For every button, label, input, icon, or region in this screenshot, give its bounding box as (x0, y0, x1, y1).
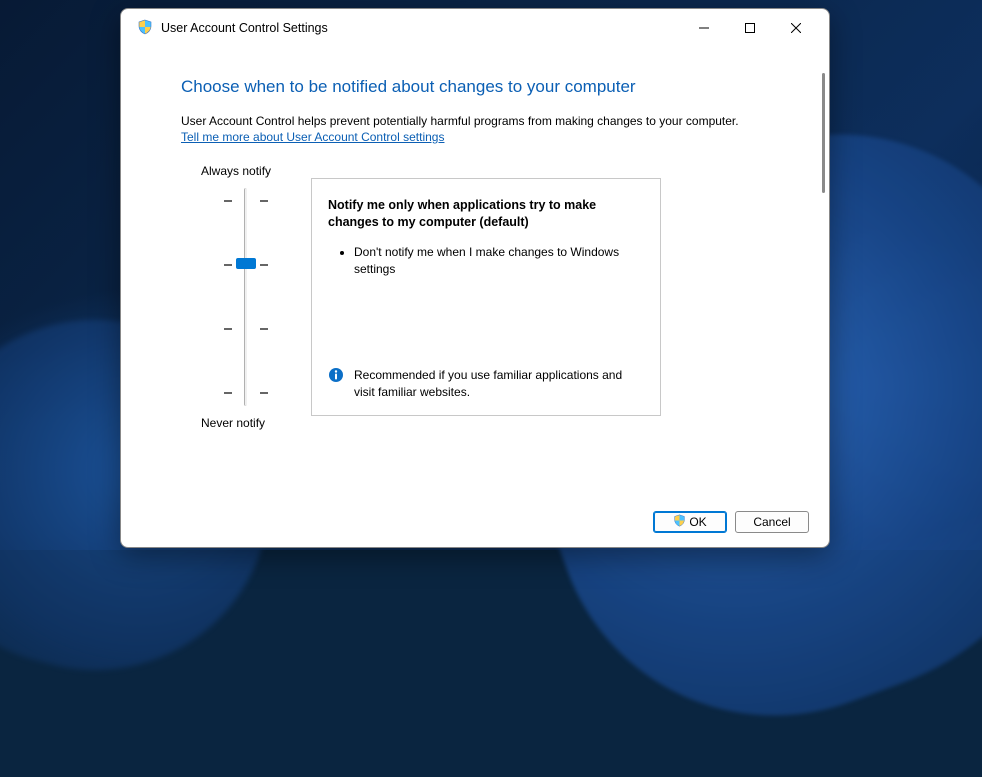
close-button[interactable] (773, 13, 819, 43)
slider-thumb[interactable] (236, 258, 256, 269)
ok-button[interactable]: OK (653, 511, 727, 533)
level-title: Notify me only when applications try to … (328, 197, 644, 232)
window-controls (681, 13, 819, 43)
level-recommendation: Recommended if you use familiar applicat… (354, 367, 644, 401)
minimize-button[interactable] (681, 13, 727, 43)
level-bullet: Don't notify me when I make changes to W… (354, 244, 644, 278)
shield-icon (137, 19, 153, 38)
level-description-panel: Notify me only when applications try to … (311, 178, 661, 416)
cancel-button-label: Cancel (753, 515, 790, 529)
page-heading: Choose when to be notified about changes… (181, 77, 769, 97)
level-bullet-list: Don't notify me when I make changes to W… (328, 244, 644, 278)
cancel-button[interactable]: Cancel (735, 511, 809, 533)
notification-level-slider[interactable] (221, 188, 271, 406)
titlebar: User Account Control Settings (121, 9, 829, 47)
slider-bottom-label: Never notify (181, 416, 265, 430)
scrollbar[interactable] (822, 73, 825, 193)
slider-track (244, 188, 248, 406)
button-bar: OK Cancel (121, 503, 829, 547)
notification-slider-column: Always notify Never notify (181, 164, 311, 430)
content-area: Choose when to be notified about changes… (121, 47, 829, 503)
uac-settings-window: User Account Control Settings Choose whe… (120, 8, 830, 548)
info-icon (328, 367, 344, 386)
shield-icon (673, 514, 686, 530)
slider-top-label: Always notify (181, 164, 271, 178)
window-title: User Account Control Settings (161, 21, 681, 35)
maximize-button[interactable] (727, 13, 773, 43)
page-description: User Account Control helps prevent poten… (181, 113, 769, 130)
ok-button-label: OK (689, 515, 706, 529)
learn-more-link[interactable]: Tell me more about User Account Control … (181, 130, 444, 144)
